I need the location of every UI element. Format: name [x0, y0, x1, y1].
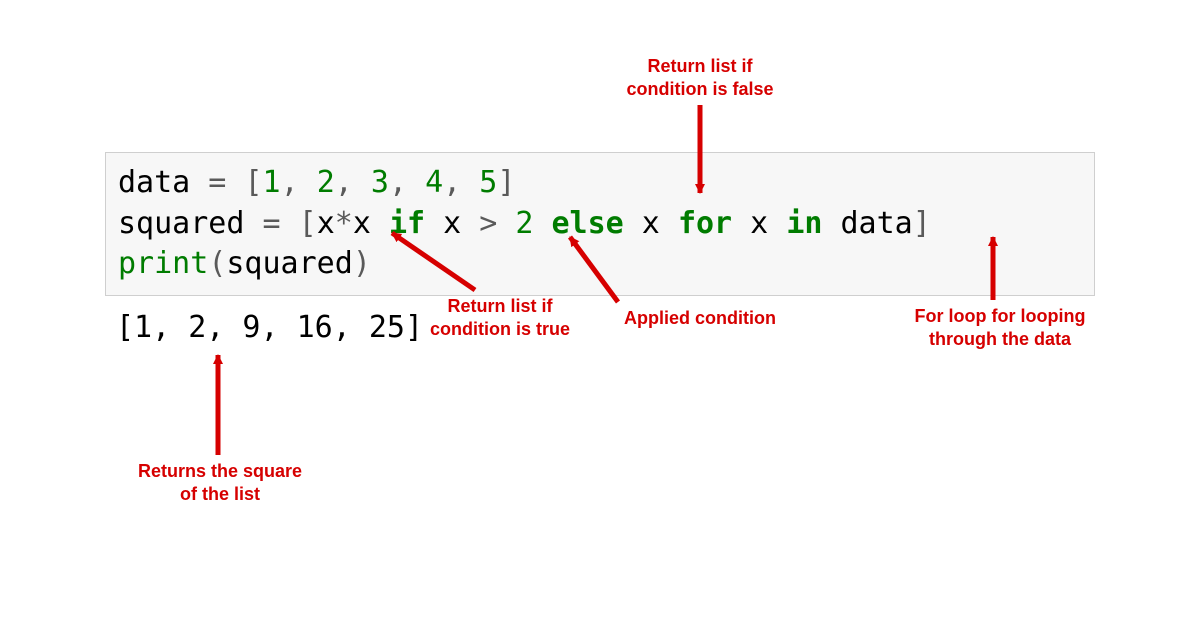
output-text: [1, 2, 9, 16, 25]	[116, 310, 423, 345]
annotation-for-loop: For loop for loopingthrough the data	[880, 305, 1120, 350]
annotation-return-false: Return list ifcondition is false	[590, 55, 810, 100]
keyword-in: in	[786, 206, 822, 241]
annotation-returns-square: Returns the squareof the list	[110, 460, 330, 505]
identifier-data: data	[118, 165, 190, 200]
code-block: data = [1, 2, 3, 4, 5] squared = [x*x if…	[105, 152, 1095, 296]
keyword-else: else	[552, 206, 624, 241]
keyword-for: for	[678, 206, 732, 241]
identifier-squared: squared	[118, 206, 244, 241]
keyword-if: if	[389, 206, 425, 241]
function-print: print	[118, 246, 208, 281]
annotation-return-true: Return list ifcondition is true	[400, 295, 600, 340]
annotation-applied-cond: Applied condition	[600, 307, 800, 330]
